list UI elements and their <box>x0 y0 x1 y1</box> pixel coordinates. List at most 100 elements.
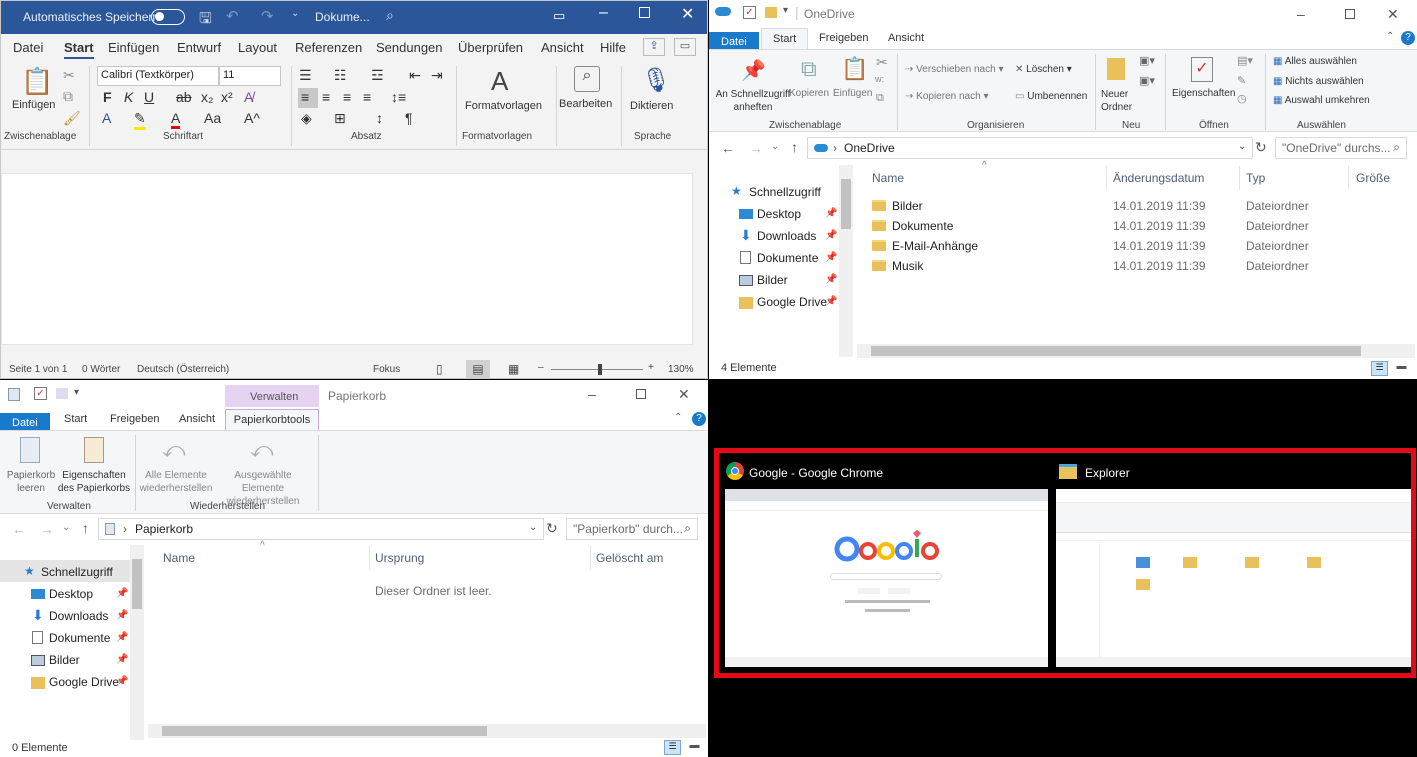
align-right-icon[interactable]: ≡ <box>343 89 351 105</box>
superscript-icon[interactable]: x² <box>221 89 233 105</box>
bin-properties-button[interactable]: Eigenschaften des Papierkorbs <box>56 469 132 495</box>
search-input[interactable]: "Papierkorb" durch... ⌕ <box>566 518 698 540</box>
edit-icon[interactable]: ✎ <box>1237 74 1246 87</box>
details-view-icon[interactable]: ☰ <box>1371 361 1388 376</box>
maximize-button[interactable] <box>636 389 646 399</box>
refresh-icon[interactable]: ↻ <box>1255 139 1267 156</box>
pin-icon[interactable]: 📌 <box>116 676 128 687</box>
document-page[interactable] <box>1 173 693 345</box>
tab-start[interactable]: Start <box>64 40 94 59</box>
undo-icon[interactable]: ↶ <box>226 7 239 25</box>
minimize-button[interactable]: – <box>1297 6 1305 22</box>
column-name[interactable]: Name <box>872 171 904 185</box>
cut-icon[interactable]: ✂ <box>63 67 75 84</box>
address-bar[interactable]: › Papierkorb ⌄ <box>98 518 544 540</box>
new-item-icon[interactable]: ▣▾ <box>1139 54 1155 67</box>
restore-all-button[interactable]: Alle Elemente wiederherstellen <box>138 469 214 495</box>
nav-scrollbar[interactable] <box>839 165 853 357</box>
column-type[interactable]: Typ <box>1246 171 1265 185</box>
share-icon[interactable]: ⇪ <box>643 38 665 56</box>
select-all-button[interactable]: ▦ Alles auswählen <box>1273 56 1357 67</box>
underline-icon[interactable]: U <box>144 89 154 105</box>
nav-scrollbar[interactable] <box>130 545 144 740</box>
increase-indent-icon[interactable]: ⇥ <box>431 67 443 84</box>
nav-item-schnellzugriff[interactable]: Schnellzugriff <box>749 185 821 199</box>
font-color-icon[interactable]: A <box>171 110 181 129</box>
minimize-button[interactable]: – <box>588 386 596 402</box>
ribbon-display-icon[interactable]: ▭ <box>553 8 565 24</box>
read-mode-icon[interactable]: ▯ <box>436 362 443 376</box>
find-icon[interactable]: ⌕ <box>574 66 600 92</box>
nav-item-downloads[interactable]: Downloads <box>757 229 816 243</box>
zoom-level[interactable]: 130% <box>668 364 694 375</box>
multilevel-list-icon[interactable]: ☲ <box>371 67 384 84</box>
column-name[interactable]: Name <box>163 551 195 565</box>
minimize-button[interactable]: – <box>599 4 608 22</box>
address-dropdown-icon[interactable]: ⌄ <box>529 522 537 533</box>
tab-ansicht[interactable]: Ansicht <box>179 413 215 425</box>
nav-item-google-drive[interactable]: Google Drive <box>49 675 119 689</box>
copy-icon[interactable]: ⧉ <box>801 56 817 82</box>
horizontal-scrollbar-thumb[interactable] <box>162 726 487 736</box>
tab-freigeben[interactable]: Freigeben <box>819 32 869 44</box>
qat-icon[interactable] <box>56 388 68 399</box>
tab-start[interactable]: Start <box>64 413 87 425</box>
borders-icon[interactable]: ⊞ <box>334 110 346 127</box>
new-folder-qat-icon[interactable] <box>765 7 777 18</box>
column-size[interactable]: Größe <box>1356 171 1390 185</box>
strikethrough-icon[interactable]: ab <box>176 89 192 105</box>
delete-button[interactable]: ✕ Löschen ▾ <box>1015 64 1072 75</box>
large-icons-view-icon[interactable]: ▬ <box>686 740 703 755</box>
pin-icon[interactable]: 📌 <box>825 208 837 219</box>
paste-icon[interactable]: 📋 <box>841 56 868 82</box>
close-button[interactable]: ✕ <box>1387 6 1399 23</box>
italic-icon[interactable]: K <box>124 89 133 105</box>
address-bar[interactable]: › OneDrive ⌄ <box>807 137 1253 159</box>
save-icon[interactable]: 🖫 <box>199 8 212 33</box>
large-icons-view-icon[interactable]: ▬ <box>1393 361 1410 376</box>
bullets-icon[interactable]: ☰ <box>299 67 312 84</box>
subscript-icon[interactable]: x₂ <box>201 89 213 105</box>
line-spacing-icon[interactable]: ↕≡ <box>391 89 406 105</box>
tab-datei[interactable]: Datei <box>13 40 43 55</box>
rename-button[interactable]: ▭ Umbenennen <box>1015 91 1087 102</box>
dictate-button[interactable]: Diktieren <box>630 100 673 112</box>
copy-to-button[interactable]: ⇢ Kopieren nach ▾ <box>905 91 988 102</box>
back-icon[interactable]: ← <box>12 521 26 537</box>
nav-item-desktop[interactable]: Desktop <box>757 207 801 221</box>
maximize-button[interactable] <box>639 7 650 18</box>
web-layout-icon[interactable]: ▦ <box>508 362 519 376</box>
pin-icon[interactable]: 📌 <box>741 58 766 83</box>
document-title[interactable]: Dokume... <box>315 10 370 24</box>
sort-icon[interactable]: ↕ <box>376 110 383 126</box>
forward-icon[interactable]: → <box>40 521 54 537</box>
redo-icon[interactable]: ↷ <box>261 7 274 25</box>
properties-qat-icon[interactable]: ✓ <box>34 387 47 400</box>
nav-item-google-drive[interactable]: Google Drive <box>757 295 827 309</box>
empty-bin-icon[interactable] <box>20 437 40 463</box>
pin-button[interactable]: An Schnellzugriff anheften <box>713 88 793 114</box>
tab-ansicht[interactable]: Ansicht <box>541 40 584 55</box>
comment-icon[interactable]: ▭ <box>674 38 696 56</box>
tab-sendungen[interactable]: Sendungen <box>376 40 443 55</box>
up-icon[interactable]: ↑ <box>82 520 89 536</box>
font-name-select[interactable]: Calibri (Textkörper) <box>97 66 219 86</box>
nav-item-bilder[interactable]: Bilder <box>757 273 788 287</box>
nav-item-desktop[interactable]: Desktop <box>49 587 93 601</box>
change-case-icon[interactable]: Aa <box>204 110 221 126</box>
up-icon[interactable]: ↑ <box>791 139 798 155</box>
restore-all-icon[interactable]: ⤺ <box>162 437 186 463</box>
clear-format-icon[interactable]: A̸ <box>244 89 253 105</box>
edit-button[interactable]: Bearbeiten <box>559 98 612 110</box>
tab-freigeben[interactable]: Freigeben <box>110 413 160 425</box>
chrome-thumb-label[interactable]: Google - Google Chrome <box>749 466 883 480</box>
bold-icon[interactable]: F <box>103 89 112 105</box>
format-painter-icon[interactable]: 🖌 <box>63 110 81 127</box>
back-icon[interactable]: ← <box>721 140 735 156</box>
properties-button[interactable]: Eigenschaften <box>1172 88 1235 99</box>
cut-icon[interactable]: ✂ <box>876 54 888 71</box>
empty-bin-button[interactable]: Papierkorb leeren <box>4 469 58 495</box>
nav-item-dokumente[interactable]: Dokumente <box>49 631 110 645</box>
tab-ansicht[interactable]: Ansicht <box>888 32 924 44</box>
forward-icon[interactable]: → <box>749 140 763 156</box>
